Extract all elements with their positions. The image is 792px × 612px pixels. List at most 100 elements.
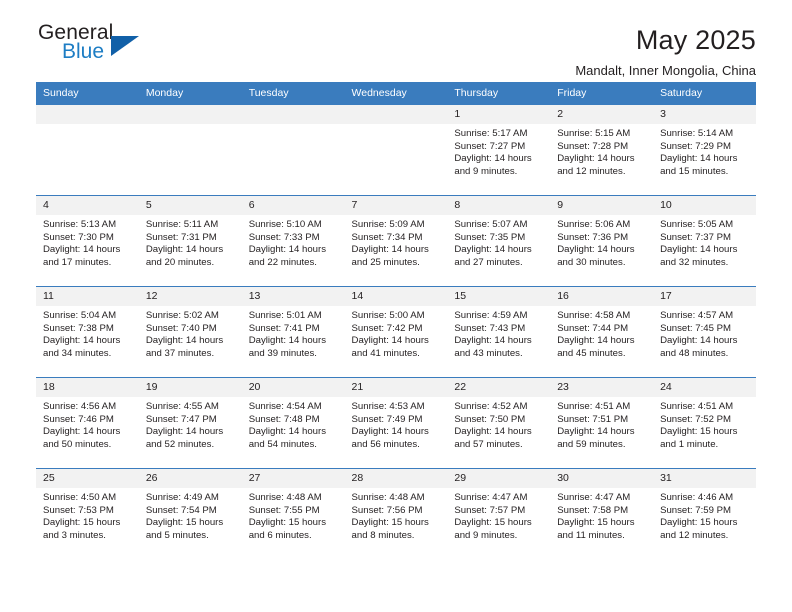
daylight-text: Daylight: 14 hours and 32 minutes. <box>660 244 738 268</box>
calendar-day-cell[interactable]: 30 Sunrise: 4:47 AM Sunset: 7:58 PM Dayligh… <box>550 468 654 559</box>
sunrise-text: Sunrise: 4:47 AM <box>454 492 528 503</box>
sunset-text: Sunset: 7:29 PM <box>660 140 731 152</box>
day-details: Sunrise: 4:49 AM Sunset: 7:54 PM Daylight:… <box>139 488 242 542</box>
logo-text-blue: Blue <box>62 40 105 63</box>
daylight-text: Daylight: 14 hours and 43 minutes. <box>454 335 532 359</box>
sunrise-text: Sunrise: 5:13 AM <box>43 219 117 230</box>
weekday-header-saturday: Saturday <box>653 82 756 105</box>
day-number: 30 <box>550 469 654 488</box>
calendar-day-cell[interactable]: 5 Sunrise: 5:11 AM Sunset: 7:31 PM Daylight… <box>138 195 242 287</box>
daylight-text: Daylight: 14 hours and 15 minutes. <box>660 153 738 177</box>
calendar-day-cell[interactable]: 3 Sunrise: 5:14 AM Sunset: 7:29 PM Daylight… <box>653 104 756 196</box>
calendar-day-cell[interactable]: 28 Sunrise: 4:48 AM Sunset: 7:56 PM Dayligh… <box>344 468 448 559</box>
day-cell-inner: 22 Sunrise: 4:52 AM Sunset: 7:50 PM Dayligh… <box>447 378 551 468</box>
day-cell-inner: 13 Sunrise: 5:01 AM Sunset: 7:41 PM Dayligh… <box>241 287 345 377</box>
day-cell-inner: 25 Sunrise: 4:50 AM Sunset: 7:53 PM Dayligh… <box>36 469 139 559</box>
daylight-text: Daylight: 15 hours and 1 minute. <box>660 426 738 450</box>
sunrise-text: Sunrise: 5:15 AM <box>557 128 631 139</box>
calendar-day-cell[interactable]: 29 Sunrise: 4:47 AM Sunset: 7:57 PM Dayligh… <box>447 468 551 559</box>
day-number: 21 <box>344 378 448 397</box>
sunrise-text: Sunrise: 5:17 AM <box>454 128 528 139</box>
calendar-day-cell[interactable]: 18 Sunrise: 4:56 AM Sunset: 7:46 PM Dayligh… <box>36 377 139 469</box>
sunrise-text: Sunrise: 4:59 AM <box>454 310 528 321</box>
sunset-text: Sunset: 7:51 PM <box>557 413 629 425</box>
sunset-text: Sunset: 7:28 PM <box>557 140 629 152</box>
day-cell-inner: 31 Sunrise: 4:46 AM Sunset: 7:59 PM Dayligh… <box>653 469 756 559</box>
calendar-day-cell-empty <box>36 104 139 196</box>
calendar-day-cell[interactable]: 8 Sunrise: 5:07 AM Sunset: 7:35 PM Daylight… <box>447 195 551 287</box>
sunset-text: Sunset: 7:44 PM <box>557 322 629 334</box>
calendar-day-cell[interactable]: 16 Sunrise: 4:58 AM Sunset: 7:44 PM Dayligh… <box>550 286 654 378</box>
day-number: 18 <box>36 378 139 397</box>
calendar-day-cell[interactable]: 14 Sunrise: 5:00 AM Sunset: 7:42 PM Dayligh… <box>344 286 448 378</box>
calendar-day-cell[interactable]: 27 Sunrise: 4:48 AM Sunset: 7:55 PM Dayligh… <box>241 468 345 559</box>
general-blue-logo: General Blue <box>36 22 158 74</box>
calendar-day-cell[interactable]: 19 Sunrise: 4:55 AM Sunset: 7:47 PM Dayligh… <box>138 377 242 469</box>
day-details: Sunrise: 5:10 AM Sunset: 7:33 PM Daylight:… <box>242 215 345 269</box>
calendar-day-cell[interactable]: 25 Sunrise: 4:50 AM Sunset: 7:53 PM Dayligh… <box>36 468 139 559</box>
calendar-day-cell[interactable]: 24 Sunrise: 4:51 AM Sunset: 7:52 PM Dayligh… <box>653 377 756 469</box>
title-block: May 2025 Mandalt, Inner Mongolia, China <box>575 22 756 80</box>
calendar-day-cell[interactable]: 31 Sunrise: 4:46 AM Sunset: 7:59 PM Dayligh… <box>653 468 756 559</box>
day-details: Sunrise: 5:15 AM Sunset: 7:28 PM Daylight:… <box>550 124 653 178</box>
day-number: 14 <box>344 287 448 306</box>
calendar-day-cell[interactable]: 6 Sunrise: 5:10 AM Sunset: 7:33 PM Daylight… <box>241 195 345 287</box>
calendar-day-cell[interactable]: 17 Sunrise: 4:57 AM Sunset: 7:45 PM Dayligh… <box>653 286 756 378</box>
day-number <box>138 105 242 124</box>
sunrise-text: Sunrise: 5:07 AM <box>454 219 528 230</box>
day-number: 6 <box>241 196 345 215</box>
calendar-day-cell[interactable]: 15 Sunrise: 4:59 AM Sunset: 7:43 PM Dayligh… <box>447 286 551 378</box>
calendar-day-cell[interactable]: 12 Sunrise: 5:02 AM Sunset: 7:40 PM Dayligh… <box>138 286 242 378</box>
calendar-day-cell[interactable]: 11 Sunrise: 5:04 AM Sunset: 7:38 PM Dayligh… <box>36 286 139 378</box>
calendar-week-row: 11 Sunrise: 5:04 AM Sunset: 7:38 PM Dayligh… <box>36 286 756 378</box>
sunrise-text: Sunrise: 4:47 AM <box>557 492 631 503</box>
sunset-text: Sunset: 7:53 PM <box>43 504 114 516</box>
day-number: 28 <box>344 469 448 488</box>
day-details: Sunrise: 5:00 AM Sunset: 7:42 PM Daylight:… <box>345 306 448 360</box>
day-number: 29 <box>447 469 551 488</box>
day-details: Sunrise: 5:17 AM Sunset: 7:27 PM Daylight:… <box>447 124 550 178</box>
weekday-header-monday: Monday <box>138 82 242 105</box>
calendar-day-cell[interactable]: 7 Sunrise: 5:09 AM Sunset: 7:34 PM Daylight… <box>344 195 448 287</box>
calendar-day-cell[interactable]: 9 Sunrise: 5:06 AM Sunset: 7:36 PM Daylight… <box>550 195 654 287</box>
calendar-day-cell[interactable]: 26 Sunrise: 4:49 AM Sunset: 7:54 PM Dayligh… <box>138 468 242 559</box>
day-number: 19 <box>138 378 242 397</box>
calendar-day-cell[interactable]: 23 Sunrise: 4:51 AM Sunset: 7:51 PM Dayligh… <box>550 377 654 469</box>
calendar-day-cell[interactable]: 22 Sunrise: 4:52 AM Sunset: 7:50 PM Dayligh… <box>447 377 551 469</box>
daylight-text: Daylight: 14 hours and 39 minutes. <box>248 335 327 359</box>
sunset-text: Sunset: 7:27 PM <box>454 140 526 152</box>
calendar-week-row: 1 Sunrise: 5:17 AM Sunset: 7:27 PM Daylight… <box>36 104 756 196</box>
day-details: Sunrise: 4:51 AM Sunset: 7:51 PM Daylight:… <box>550 397 653 451</box>
day-number: 7 <box>344 196 448 215</box>
sunset-text: Sunset: 7:34 PM <box>351 231 423 243</box>
day-cell-inner: 4 Sunrise: 5:13 AM Sunset: 7:30 PM Daylight… <box>36 196 139 286</box>
calendar-day-cell[interactable]: 13 Sunrise: 5:01 AM Sunset: 7:41 PM Dayligh… <box>241 286 345 378</box>
calendar-day-cell[interactable]: 2 Sunrise: 5:15 AM Sunset: 7:28 PM Daylight… <box>550 104 654 196</box>
triangle-icon <box>111 36 139 56</box>
day-details: Sunrise: 4:50 AM Sunset: 7:53 PM Daylight:… <box>36 488 139 542</box>
day-details: Sunrise: 5:05 AM Sunset: 7:37 PM Daylight:… <box>653 215 756 269</box>
sunrise-text: Sunrise: 4:49 AM <box>145 492 219 503</box>
sunset-text: Sunset: 7:43 PM <box>454 322 526 334</box>
calendar-day-cell[interactable]: 21 Sunrise: 4:53 AM Sunset: 7:49 PM Dayligh… <box>344 377 448 469</box>
daylight-text: Daylight: 15 hours and 3 minutes. <box>43 517 121 541</box>
calendar-day-cell[interactable]: 10 Sunrise: 5:05 AM Sunset: 7:37 PM Dayligh… <box>653 195 756 287</box>
calendar-day-cell[interactable]: 4 Sunrise: 5:13 AM Sunset: 7:30 PM Daylight… <box>36 195 139 287</box>
day-number: 17 <box>653 287 756 306</box>
day-details: Sunrise: 5:13 AM Sunset: 7:30 PM Daylight:… <box>36 215 139 269</box>
sunrise-text: Sunrise: 5:00 AM <box>351 310 425 321</box>
sunset-text: Sunset: 7:35 PM <box>454 231 526 243</box>
sunrise-text: Sunrise: 4:55 AM <box>145 401 219 412</box>
sunset-text: Sunset: 7:37 PM <box>660 231 731 243</box>
sunrise-text: Sunrise: 5:10 AM <box>248 219 322 230</box>
sunrise-text: Sunrise: 4:48 AM <box>248 492 322 503</box>
day-details: Sunrise: 5:14 AM Sunset: 7:29 PM Daylight:… <box>653 124 756 178</box>
weekday-header-wednesday: Wednesday <box>344 82 448 105</box>
calendar-day-cell[interactable]: 20 Sunrise: 4:54 AM Sunset: 7:48 PM Dayligh… <box>241 377 345 469</box>
day-number: 23 <box>550 378 654 397</box>
day-cell-inner: 29 Sunrise: 4:47 AM Sunset: 7:57 PM Dayligh… <box>447 469 551 559</box>
day-cell-inner: 21 Sunrise: 4:53 AM Sunset: 7:49 PM Dayligh… <box>344 378 448 468</box>
day-cell-inner: 2 Sunrise: 5:15 AM Sunset: 7:28 PM Daylight… <box>550 105 654 195</box>
calendar-day-cell[interactable]: 1 Sunrise: 5:17 AM Sunset: 7:27 PM Daylight… <box>447 104 551 196</box>
day-number: 10 <box>653 196 756 215</box>
